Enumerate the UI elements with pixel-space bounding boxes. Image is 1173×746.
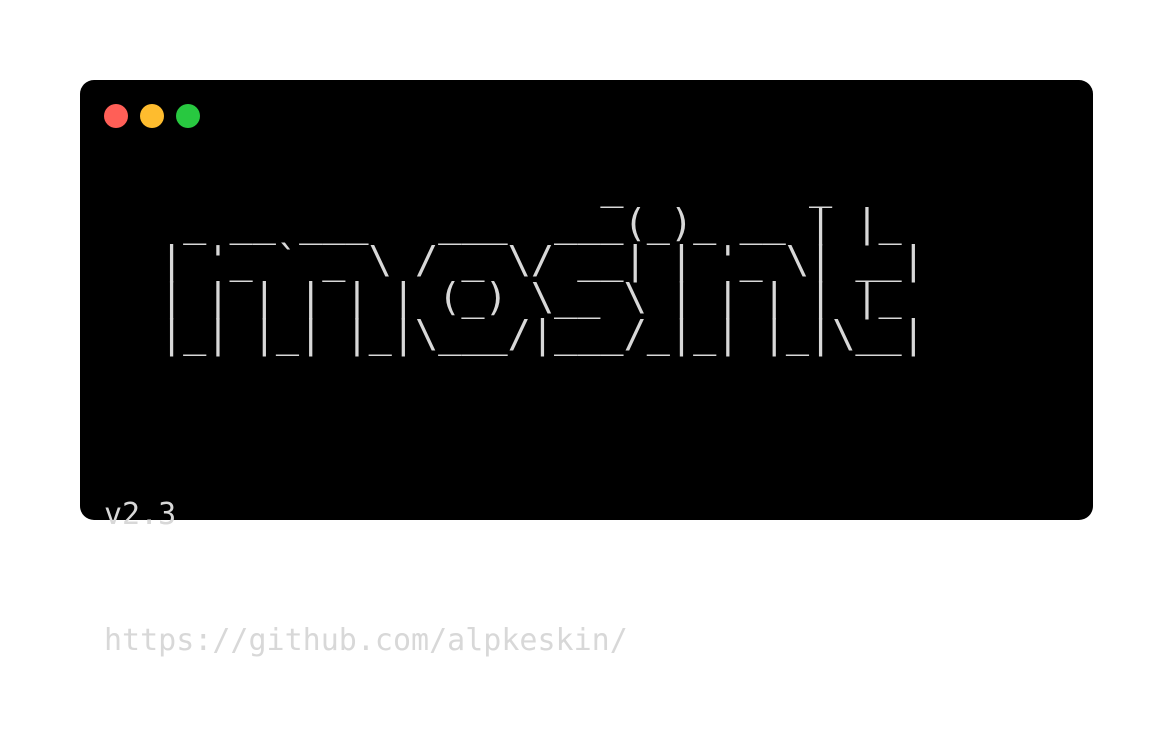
banner-info: v2.3 https://github.com/alpkeskin/ bbox=[104, 410, 628, 746]
minimize-dot-icon[interactable] bbox=[140, 104, 164, 128]
maximize-dot-icon[interactable] bbox=[176, 104, 200, 128]
close-dot-icon[interactable] bbox=[104, 104, 128, 128]
terminal-window: _ _ _ __ ___ ___ ___(_)_ __ | |_ | '_ ` … bbox=[80, 80, 1093, 658]
ascii-banner: _ _ _ __ ___ ___ ___(_)_ __ | |_ | '_ ` … bbox=[160, 164, 925, 357]
repo-url: https://github.com/alpkeskin/ bbox=[104, 623, 628, 658]
window-controls bbox=[104, 104, 200, 128]
version-text: v2.3 bbox=[104, 497, 177, 532]
